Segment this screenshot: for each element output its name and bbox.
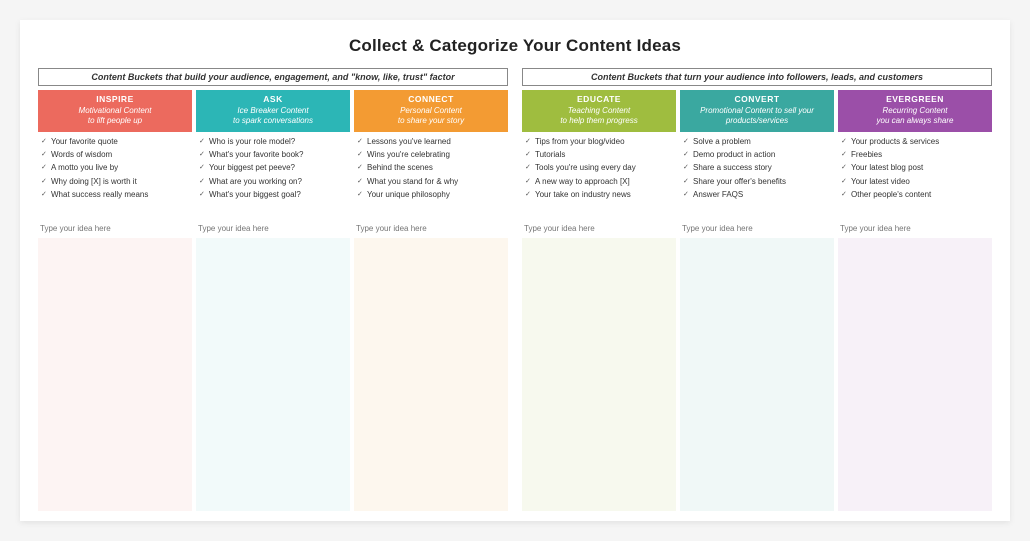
bucket-header: INSPIRE Motivational Content to lift peo… [38, 90, 192, 132]
idea-input-wrap [522, 216, 676, 238]
idea-input-wrap [354, 216, 508, 238]
bucket-tagline: to spark conversations [198, 116, 348, 126]
buckets-row: EDUCATE Teaching Content to help them pr… [522, 90, 992, 511]
list-item: A new way to approach [X] [524, 177, 674, 187]
bucket-body [354, 238, 508, 511]
bucket-tagline: to lift people up [40, 116, 190, 126]
bucket-list: Your products & services Freebies Your l… [838, 132, 992, 210]
bucket-body [680, 238, 834, 511]
list-item: Your favorite quote [40, 137, 190, 147]
idea-input[interactable] [198, 224, 348, 233]
group-header: Content Buckets that build your audience… [38, 68, 508, 86]
idea-input[interactable] [40, 224, 190, 233]
bucket-tagline: to help them progress [524, 116, 674, 126]
bucket-subtitle: Personal Content [356, 106, 506, 116]
list-item: What's your favorite book? [198, 150, 348, 160]
buckets-row: INSPIRE Motivational Content to lift peo… [38, 90, 508, 511]
bucket-header: EDUCATE Teaching Content to help them pr… [522, 90, 676, 132]
list-item: Wins you're celebrating [356, 150, 506, 160]
list-item: What you stand for & why [356, 177, 506, 187]
bucket-subtitle: Ice Breaker Content [198, 106, 348, 116]
bucket-name: EVERGREEN [840, 94, 990, 105]
list-item: Share a success story [682, 163, 832, 173]
list-item: Freebies [840, 150, 990, 160]
bucket-tagline: you can always share [840, 116, 990, 126]
list-item: Answer FAQS [682, 190, 832, 200]
list-item: Solve a problem [682, 137, 832, 147]
list-item: What are you working on? [198, 177, 348, 187]
group-build-audience: Content Buckets that build your audience… [38, 68, 508, 511]
list-item: Your latest video [840, 177, 990, 187]
idea-input[interactable] [840, 224, 990, 233]
groups-row: Content Buckets that build your audience… [38, 68, 992, 511]
list-item: Behind the scenes [356, 163, 506, 173]
idea-input-wrap [838, 216, 992, 238]
list-item: A motto you live by [40, 163, 190, 173]
list-item: Your biggest pet peeve? [198, 163, 348, 173]
idea-input-wrap [38, 216, 192, 238]
idea-input[interactable] [524, 224, 674, 233]
idea-input-wrap [196, 216, 350, 238]
list-item: Words of wisdom [40, 150, 190, 160]
group-convert-audience: Content Buckets that turn your audience … [522, 68, 992, 511]
list-item: Other people's content [840, 190, 990, 200]
list-item: Demo product in action [682, 150, 832, 160]
list-item: Tutorials [524, 150, 674, 160]
bucket-name: INSPIRE [40, 94, 190, 105]
bucket-header: CONVERT Promotional Content to sell your… [680, 90, 834, 132]
bucket-evergreen: EVERGREEN Recurring Content you can alwa… [838, 90, 992, 511]
bucket-list: Tips from your blog/video Tutorials Tool… [522, 132, 676, 210]
list-item: Your unique philosophy [356, 190, 506, 200]
idea-input-wrap [680, 216, 834, 238]
bucket-convert: CONVERT Promotional Content to sell your… [680, 90, 834, 511]
bucket-header: ASK Ice Breaker Content to spark convers… [196, 90, 350, 132]
list-item: Tools you're using every day [524, 163, 674, 173]
bucket-ask: ASK Ice Breaker Content to spark convers… [196, 90, 350, 511]
idea-input[interactable] [682, 224, 832, 233]
bucket-connect: CONNECT Personal Content to share your s… [354, 90, 508, 511]
idea-input[interactable] [356, 224, 506, 233]
bucket-inspire: INSPIRE Motivational Content to lift peo… [38, 90, 192, 511]
bucket-header: EVERGREEN Recurring Content you can alwa… [838, 90, 992, 132]
bucket-subtitle: Motivational Content [40, 106, 190, 116]
list-item: Your latest blog post [840, 163, 990, 173]
bucket-list: Lessons you've learned Wins you're celeb… [354, 132, 508, 210]
worksheet-sheet: Collect & Categorize Your Content Ideas … [20, 20, 1010, 521]
bucket-body [522, 238, 676, 511]
list-item: Your products & services [840, 137, 990, 147]
bucket-tagline: to share your story [356, 116, 506, 126]
bucket-body [838, 238, 992, 511]
bucket-name: ASK [198, 94, 348, 105]
bucket-list: Who is your role model? What's your favo… [196, 132, 350, 210]
bucket-tagline: products/services [682, 116, 832, 126]
bucket-body [196, 238, 350, 511]
list-item: Share your offer's benefits [682, 177, 832, 187]
list-item: Lessons you've learned [356, 137, 506, 147]
bucket-list: Solve a problem Demo product in action S… [680, 132, 834, 210]
group-header: Content Buckets that turn your audience … [522, 68, 992, 86]
list-item: Who is your role model? [198, 137, 348, 147]
list-item: Your take on industry news [524, 190, 674, 200]
bucket-subtitle: Recurring Content [840, 106, 990, 116]
bucket-educate: EDUCATE Teaching Content to help them pr… [522, 90, 676, 511]
bucket-name: EDUCATE [524, 94, 674, 105]
list-item: Tips from your blog/video [524, 137, 674, 147]
bucket-subtitle: Promotional Content to sell your [682, 106, 832, 116]
bucket-list: Your favorite quote Words of wisdom A mo… [38, 132, 192, 210]
bucket-subtitle: Teaching Content [524, 106, 674, 116]
list-item: Why doing [X] is worth it [40, 177, 190, 187]
list-item: What success really means [40, 190, 190, 200]
page-title: Collect & Categorize Your Content Ideas [38, 36, 992, 56]
bucket-header: CONNECT Personal Content to share your s… [354, 90, 508, 132]
list-item: What's your biggest goal? [198, 190, 348, 200]
bucket-body [38, 238, 192, 511]
bucket-name: CONVERT [682, 94, 832, 105]
bucket-name: CONNECT [356, 94, 506, 105]
